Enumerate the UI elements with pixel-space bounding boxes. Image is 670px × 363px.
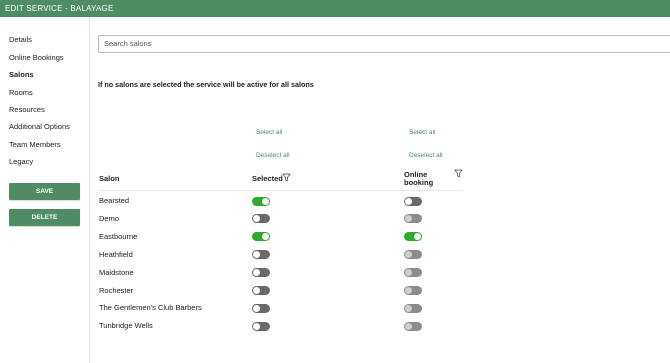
sidebar-item-rooms[interactable]: Rooms [9,88,33,97]
online-booking-toggle[interactable] [404,250,422,260]
selected-toggle[interactable] [252,268,270,278]
toggle-knob [405,287,412,294]
selected-toggle[interactable] [252,196,270,206]
online-booking-toggle[interactable] [404,303,422,313]
toggle-knob [414,233,421,241]
toggle-knob [405,322,412,330]
selected-toggle[interactable] [252,232,270,242]
salon-name: Tunbridge Wells [99,321,153,331]
salon-name: Heathfield [99,249,133,259]
search-input[interactable]: Search salons [98,35,670,53]
selected-toggle[interactable] [252,321,270,331]
toggle-knob [253,304,260,312]
page-title: EDIT SERVICE - BALAYAGE [5,4,114,13]
table-header-divider [98,190,463,191]
toggle-knob [253,269,260,277]
selected-toggle[interactable] [252,286,270,295]
online-booking-toggle[interactable] [404,232,422,242]
online-booking-toggle[interactable] [404,286,422,295]
salon-name: The Gentlemen's Club Barbers [99,303,202,313]
selected-toggle[interactable] [252,303,270,313]
toggle-knob [262,197,269,205]
sidebar-item-details[interactable]: Details [9,35,32,44]
selected-deselect-all-link[interactable]: Deselect all [256,152,290,159]
online-booking-toggle[interactable] [404,321,422,331]
sidebar-item-legacy[interactable]: Legacy [9,157,33,166]
sidebar: Details Online Bookings Salons Rooms Res… [0,17,90,363]
selected-select-all-link[interactable]: Select all [256,129,282,136]
salon-name: Maidstone [99,267,134,277]
sidebar-item-team-members[interactable]: Team Members [9,140,61,149]
filter-icon[interactable] [282,173,291,182]
toggle-knob [253,215,260,223]
toggle-knob [253,251,260,259]
online-booking-column-header-line2: booking [404,178,434,187]
filter-icon[interactable] [454,169,463,178]
toggle-knob [262,233,269,241]
online-booking-toggle[interactable] [404,196,422,206]
sidebar-item-resources[interactable]: Resources [9,105,45,114]
page-header: EDIT SERVICE - BALAYAGE [0,0,670,17]
toggle-knob [253,322,260,330]
toggle-knob [405,304,412,312]
online-booking-toggle[interactable] [404,268,422,278]
sidebar-item-online-bookings[interactable]: Online Bookings [9,53,64,62]
toggle-knob [405,251,412,259]
delete-button[interactable]: DELETE [9,209,80,226]
salon-name: Rochester [99,285,134,295]
online-deselect-all-link[interactable]: Deselect all [409,152,443,159]
salon-name: Bearsted [99,196,130,205]
save-button[interactable]: SAVE [9,183,80,200]
salon-name: Demo [99,213,120,223]
salon-column-header: Salon [99,174,120,183]
selected-toggle[interactable] [252,250,270,260]
online-select-all-link[interactable]: Select all [409,129,435,136]
toggle-knob [405,269,412,277]
online-booking-toggle[interactable] [404,214,422,224]
toggle-knob [253,287,260,294]
selected-column-header: Selected [252,174,283,183]
info-note: If no salons are selected the service wi… [98,80,314,89]
toggle-knob [405,215,412,223]
sidebar-item-salons[interactable]: Salons [9,70,34,79]
salon-name: Eastbourne [99,231,138,241]
toggle-knob [405,197,412,205]
sidebar-item-additional-options[interactable]: Additional Options [9,122,70,131]
selected-toggle[interactable] [252,214,270,224]
